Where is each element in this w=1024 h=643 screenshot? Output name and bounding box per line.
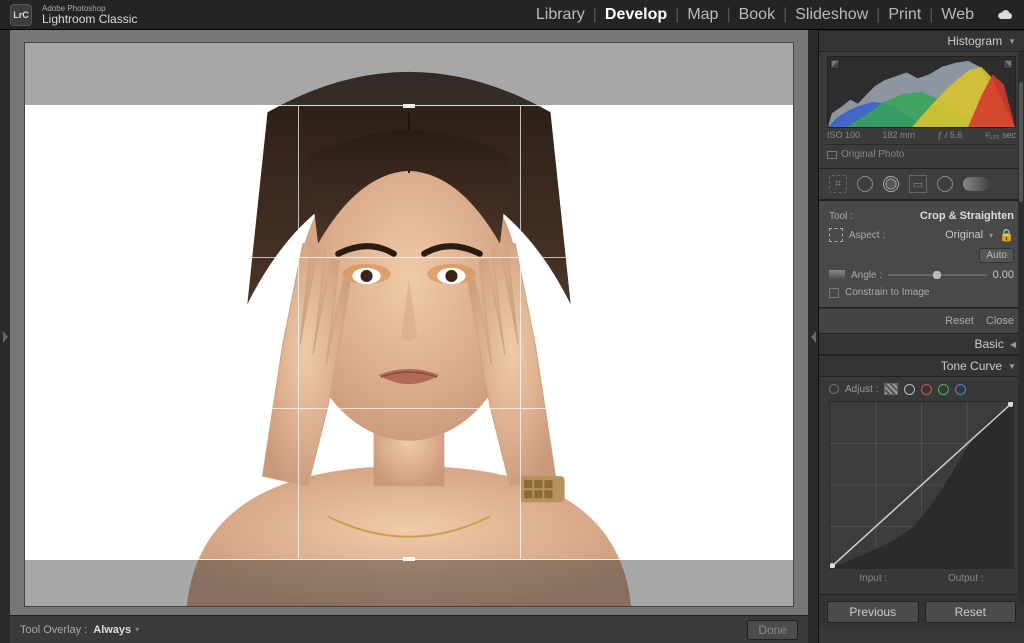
app-logo-icon: LrC (10, 4, 32, 26)
crop-close-button[interactable]: Close (986, 315, 1014, 327)
panel-scrollbar[interactable] (1018, 52, 1024, 603)
crop-mask-top (25, 43, 793, 105)
module-map[interactable]: Map (687, 6, 718, 24)
module-web[interactable]: Web (941, 6, 974, 24)
brush-tool-icon[interactable] (963, 177, 989, 191)
aspect-value[interactable]: Original (945, 229, 983, 241)
module-separator: | (675, 6, 679, 24)
tool-overlay-value[interactable]: Always (93, 624, 131, 636)
right-panel: Histogram▼ ◤ ◥ ISO 100 182 mm ƒ / 5.6 ¹⁄… (818, 30, 1024, 643)
angle-slider[interactable] (888, 272, 986, 278)
crop-reset-button[interactable]: Reset (945, 315, 974, 327)
reset-button[interactable]: Reset (925, 601, 1017, 623)
module-develop[interactable]: Develop (605, 6, 667, 24)
module-library[interactable]: Library (536, 6, 585, 24)
module-separator: | (593, 6, 597, 24)
tool-overlay-label: Tool Overlay : (20, 624, 87, 636)
module-print[interactable]: Print (888, 6, 921, 24)
module-book[interactable]: Book (739, 6, 775, 24)
curve-input-label: Input : (859, 573, 887, 584)
module-separator: | (783, 6, 787, 24)
angle-label: Angle : (851, 270, 882, 281)
exif-summary: ISO 100 182 mm ƒ / 5.6 ¹⁄₁₂₅ sec (827, 128, 1016, 144)
histogram-header[interactable]: Histogram▼ (819, 30, 1024, 52)
app-title: Adobe Photoshop Lightroom Classic (42, 5, 137, 25)
previous-button[interactable]: Previous (827, 601, 919, 623)
angle-icon (829, 270, 845, 280)
aspect-label: Aspect : (849, 230, 885, 241)
disclosure-triangle-icon: ▼ (1008, 362, 1016, 371)
module-picker: Library | Develop | Map | Book | Slideshow | Print… (536, 6, 974, 24)
constrain-label: Constrain to Image (845, 287, 930, 298)
crop-rectangle[interactable] (75, 105, 743, 560)
cloud-sync-icon[interactable] (996, 7, 1014, 23)
tool-label: Tool : (829, 211, 853, 222)
done-button[interactable]: Done (747, 620, 798, 640)
tone-curve-header[interactable]: Tone Curve▼ (819, 355, 1024, 377)
constrain-checkbox[interactable] (829, 288, 839, 298)
dropdown-caret-icon[interactable]: ▾ (135, 625, 139, 634)
aspect-icon[interactable] (829, 228, 843, 242)
local-tool-strip: ⌗ ▭ (819, 168, 1024, 200)
radial-filter-tool-icon[interactable] (937, 176, 953, 192)
tone-curve-graph[interactable] (829, 401, 1014, 569)
disclosure-triangle-icon: ▼ (1008, 37, 1016, 46)
curve-output-label: Output : (948, 573, 984, 584)
original-photo-toggle[interactable]: Original Photo (827, 144, 1016, 164)
crop-straighten-panel: Tool : Crop & Straighten Aspect : Origin… (819, 200, 1024, 308)
spot-removal-tool-icon[interactable] (857, 176, 873, 192)
image-viewport[interactable] (24, 42, 794, 607)
channel-green-icon[interactable] (938, 384, 949, 395)
module-separator: | (726, 6, 730, 24)
channel-blue-icon[interactable] (955, 384, 966, 395)
crop-tool-icon[interactable]: ⌗ (829, 175, 847, 193)
module-separator: | (876, 6, 880, 24)
disclosure-triangle-icon: ◀ (1010, 340, 1016, 349)
compare-icon (827, 151, 837, 159)
angle-auto-button[interactable]: Auto (979, 248, 1014, 263)
tool-name: Crop & Straighten (920, 210, 1014, 222)
develop-toolbar: Tool Overlay : Always ▾ Done (10, 615, 808, 643)
aspect-lock-icon[interactable]: 🔒 (999, 228, 1014, 242)
channel-all-icon[interactable] (904, 384, 915, 395)
target-adjust-icon[interactable] (829, 384, 839, 394)
title-bar: LrC Adobe Photoshop Lightroom Classic Li… (0, 0, 1024, 30)
graduated-filter-tool-icon[interactable]: ▭ (909, 175, 927, 193)
module-separator: | (929, 6, 933, 24)
adjust-label: Adjust : (845, 384, 878, 395)
crop-mask-bottom (25, 560, 793, 606)
left-panel-collapse[interactable] (0, 30, 10, 643)
highlight-clipping-icon[interactable]: ◥ (1003, 59, 1013, 69)
tone-curve-adjust-row: Adjust : (829, 383, 1014, 401)
parametric-curve-icon[interactable] (884, 383, 898, 395)
channel-red-icon[interactable] (921, 384, 932, 395)
basic-panel-header[interactable]: Basic◀ (819, 333, 1024, 355)
right-panel-collapse[interactable] (808, 30, 818, 643)
histogram-chart[interactable]: ◤ ◥ (827, 56, 1016, 128)
module-slideshow[interactable]: Slideshow (795, 6, 868, 24)
redeye-tool-icon[interactable] (883, 176, 899, 192)
angle-value[interactable]: 0.00 (993, 269, 1014, 281)
aspect-dropdown-icon[interactable]: ▾ (989, 231, 993, 240)
shadow-clipping-icon[interactable]: ◤ (830, 59, 840, 69)
